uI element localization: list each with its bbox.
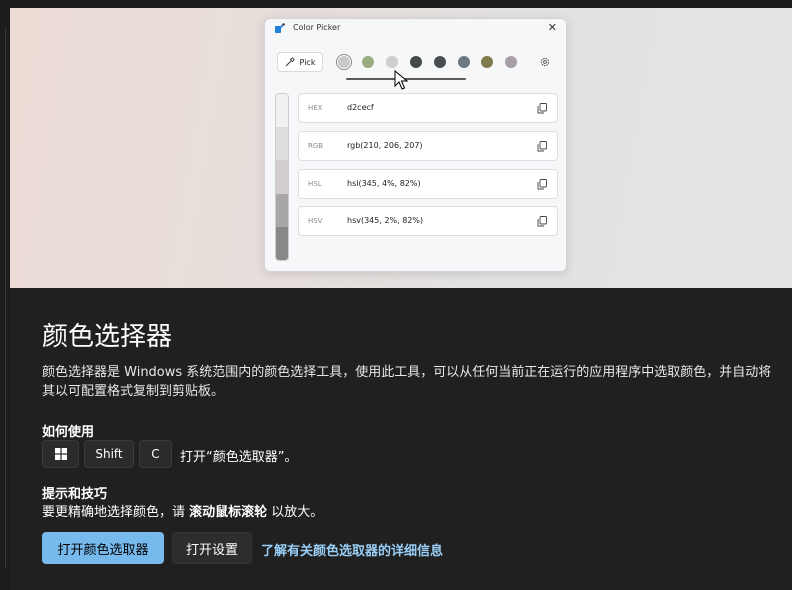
pick-label: Pick (299, 57, 316, 67)
windows-logo-icon (54, 448, 67, 460)
format-label: HSL (308, 180, 322, 188)
format-label: HEX (308, 104, 323, 112)
color-swatch[interactable] (410, 56, 422, 68)
mouse-cursor-icon (394, 70, 408, 90)
format-label: RGB (308, 142, 324, 150)
color-swatch[interactable] (386, 56, 398, 68)
how-to-heading: 如何使用 (42, 425, 95, 440)
page-title: 颜色选择器 (42, 322, 173, 352)
color-value: rgb(210, 206, 207) (347, 141, 423, 150)
color-value-row: RGB rgb(210, 206, 207) (298, 131, 558, 161)
shade-segment[interactable] (276, 127, 288, 161)
open-color-picker-button[interactable]: 打开颜色选取器 (42, 532, 164, 564)
learn-more-link[interactable]: 了解有关颜色选取器的详细信息 (261, 540, 443, 559)
shift-key: Shift (84, 440, 134, 468)
shade-segment[interactable] (276, 193, 288, 227)
left-nav-edge (0, 0, 10, 590)
color-swatch[interactable] (434, 56, 446, 68)
shortcut-description: 打开“颜色选取器”。 (180, 450, 298, 465)
color-swatch[interactable] (458, 56, 470, 68)
hero-image: Color Picker ✕ Pick HEX d2cecf RGB rgb(210,… (10, 8, 792, 288)
format-label: HSV (308, 217, 323, 225)
color-value-row: HEX d2cecf (298, 93, 558, 123)
windows-key (42, 440, 79, 468)
color-swatch[interactable] (505, 56, 517, 68)
c-key: C (139, 440, 172, 468)
color-value: d2cecf (347, 103, 374, 112)
picker-title-bar: Color Picker ✕ (265, 19, 566, 39)
open-settings-button[interactable]: 打开设置 (172, 532, 252, 564)
color-shades-bar[interactable] (275, 93, 289, 261)
shade-segment[interactable] (276, 160, 288, 194)
tip-bold: 滚动鼠标滚轮 (189, 505, 268, 520)
gear-icon[interactable] (539, 56, 551, 68)
copy-icon[interactable] (537, 179, 547, 190)
description: 颜色选择器是 Windows 系统范围内的颜色选择工具，使用此工具，可以从任何当… (42, 365, 772, 399)
copy-icon[interactable] (537, 141, 547, 152)
color-value-row: HSL hsl(345, 4%, 82%) (298, 169, 558, 199)
pick-button[interactable]: Pick (277, 52, 323, 72)
tip-suffix: 以放大。 (267, 505, 324, 520)
shade-segment[interactable] (276, 226, 288, 260)
copy-icon[interactable] (537, 103, 547, 114)
color-value: hsl(345, 4%, 82%) (347, 179, 421, 188)
color-swatch[interactable] (338, 56, 350, 68)
tips-heading: 提示和技巧 (42, 487, 108, 502)
color-swatch[interactable] (481, 56, 493, 68)
window-top-edge (0, 0, 792, 8)
color-picker-app-icon (275, 23, 285, 33)
picker-title: Color Picker (293, 23, 341, 32)
close-icon[interactable]: ✕ (548, 20, 557, 36)
tip-prefix: 要更精确地选择颜色，请 (42, 505, 190, 520)
color-value: hsv(345, 2%, 82%) (347, 216, 424, 225)
color-value-row: HSV hsv(345, 2%, 82%) (298, 206, 558, 236)
tip-text: 要更精确地选择颜色，请 滚动鼠标滚轮 以放大。 (42, 501, 323, 520)
color-swatch[interactable] (362, 56, 374, 68)
eyedropper-icon (285, 57, 295, 67)
color-picker-window: Color Picker ✕ Pick HEX d2cecf RGB rgb(210,… (264, 18, 567, 272)
copy-icon[interactable] (537, 216, 547, 227)
shade-segment[interactable] (276, 94, 288, 128)
